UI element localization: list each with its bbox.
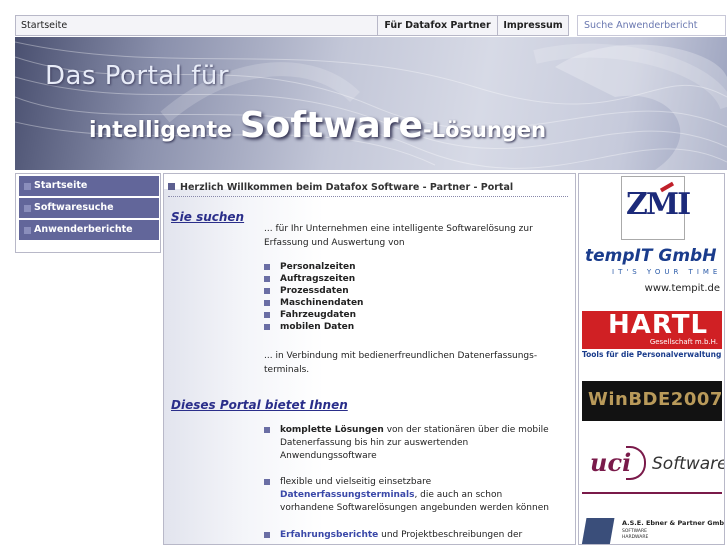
bullet-icon [264,312,270,318]
nav-item-label: Softwaresuche [34,202,114,213]
partner-logos: ZMI tempIT GmbH IT'S YOUR TIME www.tempi… [578,173,725,545]
benefit-item: komplette Lösungen von der stationären ü… [264,424,554,463]
hartl-sub: Gesellschaft m.b.H. [649,338,718,346]
welcome-text: Herzlich Willkommen beim Datafox Softwar… [180,182,514,193]
uci-arc [626,446,646,480]
bullet-icon [264,276,270,282]
zmi-logo-text: ZMI [626,187,691,222]
ase-emblem [581,518,615,544]
partner-link[interactable]: Für Datafox Partner [377,15,498,36]
winbde-logo[interactable]: WinBDE2007 [582,381,722,421]
partner-link-label: Für Datafox Partner [384,20,491,31]
uci-logo[interactable]: uci Software [582,432,724,494]
bullet-icon [264,288,270,294]
list-item-label: mobilen Daten [280,322,355,332]
header-banner: Das Portal für intelligente Software-Lös… [15,37,727,170]
hartl-tagline: Tools für die Personalverwaltung [582,350,722,359]
nav-bullet-icon [24,227,31,234]
banner-title-line2-a: intelligente [89,118,240,143]
topbar-home-label: Startseite [21,20,68,31]
list-item: Auftragszeiten [264,273,363,285]
list-item: mobilen Daten [264,321,363,333]
impressum-link-label: Impressum [503,20,563,31]
search-anwenderbericht-label: Suche Anwenderbericht [584,20,698,31]
bullet-icon [264,532,270,538]
heading-sie-suchen[interactable]: Sie suchen [171,210,244,224]
erfahrungsberichte-link[interactable]: Erfahrungsberichte [280,530,378,540]
feature-list: Personalzeiten Auftragszeiten Prozessdat… [264,261,363,333]
topbar-home-link[interactable]: Startseite [15,15,378,36]
list-item: Maschinendaten [264,297,363,309]
benefit-text: und Projektbeschreibungen der [378,530,523,540]
benefit-item: flexible und vielseitig einsetzbare Date… [264,476,554,515]
tempit-url: www.tempit.de [644,283,720,294]
nav-bullet-icon [24,183,31,190]
divider [168,196,568,197]
list-item: Fahrzeugdaten [264,309,363,321]
outro-text: ... in Verbindung mit bedienerfreundlich… [264,351,538,375]
banner-swirl-graphic [15,41,727,170]
intro-text: ... für Ihr Unternehmen eine intelligent… [264,224,533,248]
bullet-icon [264,427,270,433]
welcome-title: Herzlich Willkommen beim Datafox Softwar… [168,182,513,193]
nav-item-label: Startseite [34,180,88,191]
uci-text: uci [590,448,632,477]
list-item: Personalzeiten [264,261,363,273]
banner-title-line2-c: -Lösungen [422,118,547,142]
ase-sub1: SOFTWARE [622,529,647,534]
search-anwenderbericht-link[interactable]: Suche Anwenderbericht [577,15,726,36]
title-bullet-icon [168,183,175,190]
heading-portal-bietet[interactable]: Dieses Portal bietet Ihnen [171,398,348,412]
impressum-link[interactable]: Impressum [497,15,569,36]
winbde-text: WinBDE2007 [588,389,723,410]
list-item-label: Auftragszeiten [280,274,356,284]
list-item-label: Fahrzeugdaten [280,310,357,320]
list-item-label: Personalzeiten [280,262,356,272]
nav-item-label: Anwenderberichte [34,224,133,235]
benefit-item: Erfahrungsberichte und Projektbeschreibu… [264,529,554,542]
main-content: Herzlich Willkommen beim Datafox Softwar… [163,173,576,545]
zmi-logo[interactable]: ZMI [621,176,691,240]
ase-name: A.S.E. Ebner & Partner GmbH [622,519,725,527]
list-item: Prozessdaten [264,285,363,297]
ase-sub2: HARDWARE [622,535,649,540]
banner-title-line1: Das Portal für [45,61,230,91]
uci-rule [582,492,722,494]
left-navigation: Startseite Softwaresuche Anwenderbericht… [15,173,161,253]
tempit-name: tempIT GmbH [585,246,717,266]
benefit-text: flexible und vielseitig einsetzbare [280,477,432,487]
list-item-label: Prozessdaten [280,286,349,296]
bullet-icon [264,324,270,330]
benefit-bold: komplette Lösungen [280,425,384,435]
hartl-logo[interactable]: HARTL Gesellschaft m.b.H. Tools für die … [582,307,724,363]
nav-item-softwaresuche[interactable]: Softwaresuche [19,198,159,218]
bullet-icon [264,300,270,306]
banner-title-line2: intelligente Software-Lösungen [89,105,546,146]
tempit-logo[interactable]: tempIT GmbH IT'S YOUR TIME www.tempit.de [582,242,724,300]
ase-logo[interactable]: A.S.E. Ebner & Partner GmbH SOFTWARE HAR… [581,512,725,544]
bullet-icon [264,264,270,270]
tempit-slogan: IT'S YOUR TIME [612,268,722,276]
hartl-name: HARTL [608,310,709,340]
nav-bullet-icon [24,205,31,212]
terminals-link[interactable]: Datenerfassungsterminals [280,490,414,500]
banner-title-line2-b: Software [239,105,423,146]
nav-item-startseite[interactable]: Startseite [19,176,159,196]
uci-software-text: Software [652,454,725,474]
nav-item-anwenderberichte[interactable]: Anwenderberichte [19,220,159,240]
bullet-icon [264,479,270,485]
list-item-label: Maschinendaten [280,298,364,308]
